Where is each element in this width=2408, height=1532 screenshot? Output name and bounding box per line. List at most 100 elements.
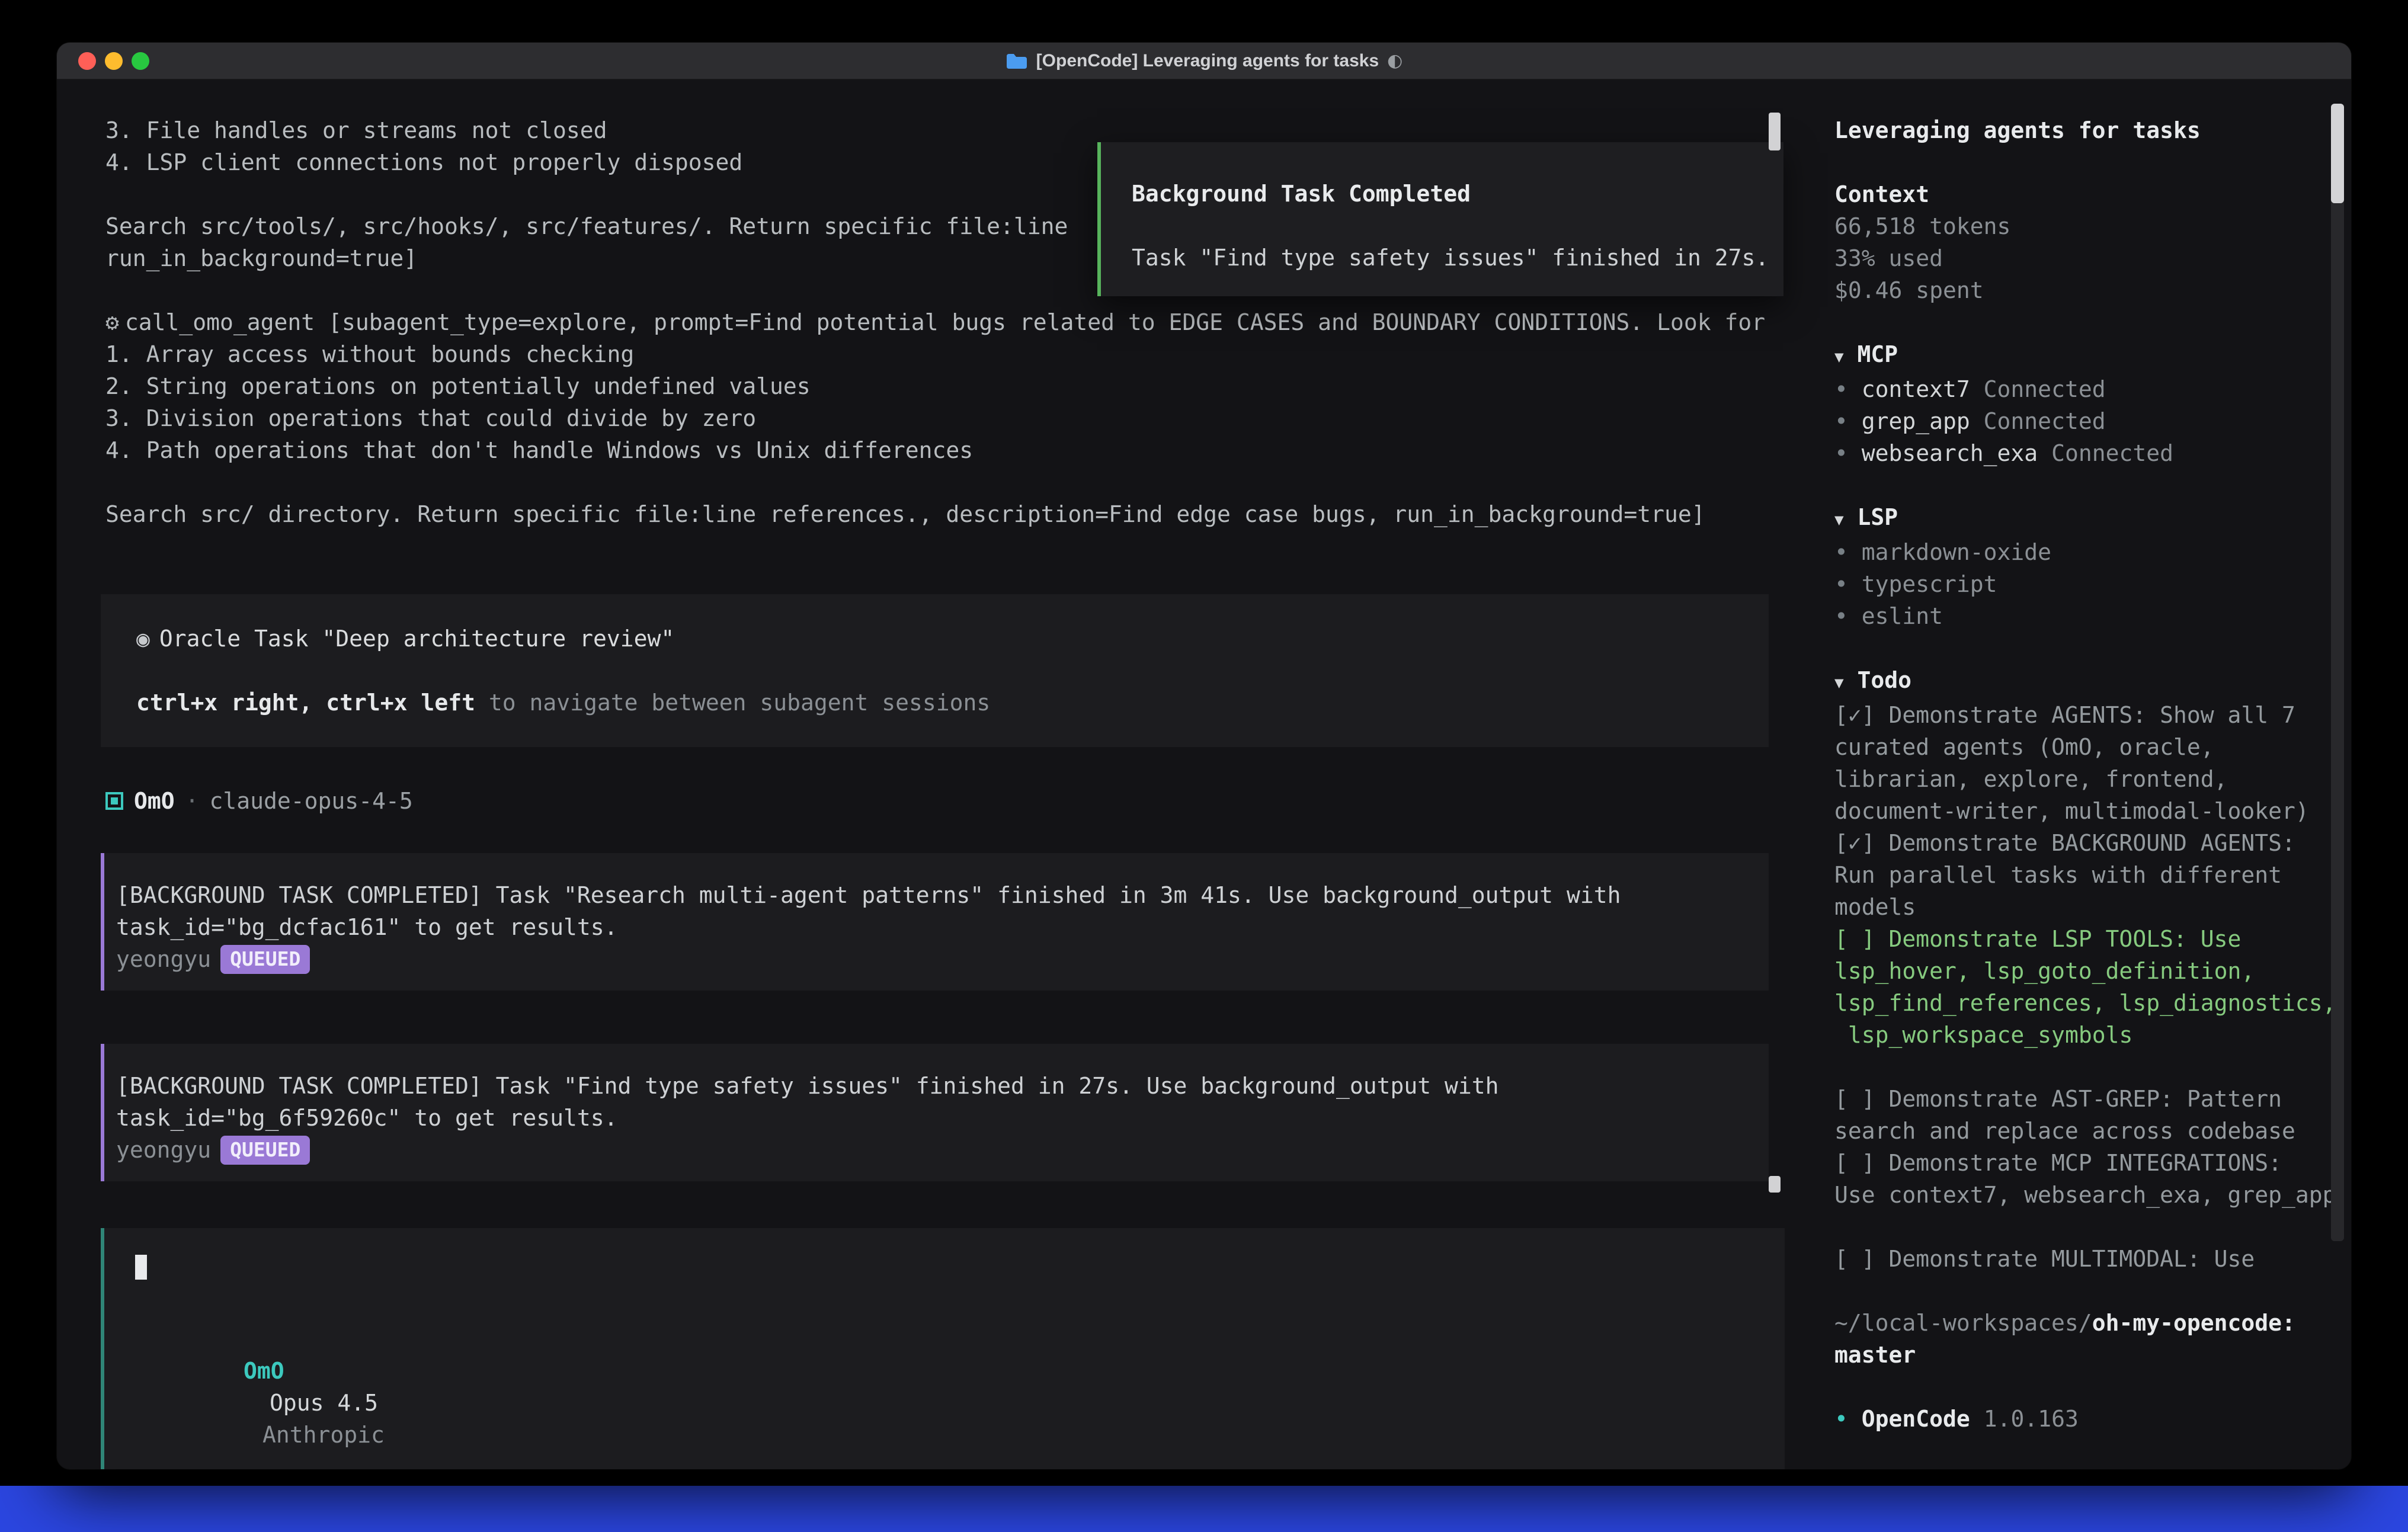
gear-icon: ⚙ xyxy=(105,309,119,335)
message-meta: yeongyu QUEUED xyxy=(116,943,1745,975)
agent-model: claude-opus-4-5 xyxy=(210,788,413,814)
oracle-hint-line: ctrl+x right, ctrl+x left to navigate be… xyxy=(136,687,1769,719)
message-line: [BACKGROUND TASK COMPLETED] Task "Find t… xyxy=(116,1070,1745,1102)
workspace-path: ~/local-workspaces/oh-my-opencode: xyxy=(1834,1307,2351,1339)
message-meta: yeongyu QUEUED xyxy=(116,1134,1745,1166)
session-title: Leveraging agents for tasks xyxy=(1834,114,2351,146)
terminal-window: [OpenCode] Leveraging agents for tasks ◐… xyxy=(57,43,2351,1469)
mcp-item: • websearch_exa Connected xyxy=(1834,437,2351,469)
mcp-item-status: Connected xyxy=(1970,376,2106,402)
session-progress-icon: ◐ xyxy=(1387,50,1402,71)
hint-text: to navigate between subagent sessions xyxy=(475,690,990,716)
todo-item: [✓] Demonstrate AGENTS: Show all 7 curat… xyxy=(1834,699,2351,827)
lsp-item-name: eslint xyxy=(1862,603,1943,629)
oracle-title: Oracle Task "Deep architecture review" xyxy=(159,626,674,652)
input-agent-label: OmO xyxy=(244,1358,284,1384)
task-completed-notification: Background Task Completed Task "Find typ… xyxy=(1097,142,1783,296)
window-title-text: [OpenCode] Leveraging agents for tasks xyxy=(1036,51,1379,71)
terminal-line: 3. Division operations that could divide… xyxy=(105,402,1793,434)
message-line: task_id="bg_6f59260c" to get results. xyxy=(116,1102,1745,1134)
input-meta: OmO Opus 4.5 Anthropic xyxy=(135,1323,1785,1469)
collapse-triangle-icon: ▼ xyxy=(1834,511,1844,529)
sidebar-scrollbar[interactable] xyxy=(2331,104,2344,1241)
workspace-repo: oh-my-opencode: xyxy=(2092,1310,2295,1336)
lsp-item: • markdown-oxide xyxy=(1834,536,2351,568)
oracle-task-panel: ◉Oracle Task "Deep architecture review" … xyxy=(101,594,1769,747)
mcp-item-name: grep_app xyxy=(1862,408,1970,434)
version-bullet: • xyxy=(1834,1406,1848,1432)
folder-icon xyxy=(1006,52,1028,70)
background-task-message-2: [BACKGROUND TASK COMPLETED] Task "Find t… xyxy=(101,1044,1769,1181)
close-button[interactable] xyxy=(78,52,96,70)
background-task-message-1: [BACKGROUND TASK COMPLETED] Task "Resear… xyxy=(101,853,1769,991)
lsp-item-name: typescript xyxy=(1862,571,1997,597)
mcp-list: • context7 Connected• grep_app Connected… xyxy=(1834,373,2351,469)
terminal-line: 1. Array access without bounds checking xyxy=(105,338,1793,370)
queued-badge: QUEUED xyxy=(220,1136,310,1165)
main-scrollbar-thumb[interactable] xyxy=(1769,113,1781,150)
oracle-title-line: ◉Oracle Task "Deep architecture review" xyxy=(136,623,1769,655)
todo-item: [✓] Demonstrate BACKGROUND AGENTS: Run p… xyxy=(1834,827,2351,923)
terminal-line: 4. Path operations that don't handle Win… xyxy=(105,434,1793,466)
todo-spacer xyxy=(1834,1051,2351,1083)
queued-badge: QUEUED xyxy=(220,945,310,974)
workspace-path-prefix: ~/local-workspaces/ xyxy=(1834,1310,2092,1336)
message-author: yeongyu xyxy=(116,943,211,975)
mcp-heading[interactable]: ▼ MCP xyxy=(1834,338,2351,373)
notification-title: Background Task Completed xyxy=(1132,178,1783,210)
terminal-line xyxy=(105,466,1793,498)
app-version: 1.0.163 xyxy=(1984,1406,2079,1432)
zoom-button[interactable] xyxy=(132,52,149,70)
lsp-heading[interactable]: ▼ LSP xyxy=(1834,501,2351,536)
context-spent: $0.46 spent xyxy=(1834,274,2351,306)
main-scrollbar-thumb-bottom[interactable] xyxy=(1769,1176,1781,1193)
prompt-input[interactable]: OmO Opus 4.5 Anthropic xyxy=(101,1228,1785,1469)
terminal-line: 3. File handles or streams not closed xyxy=(105,114,1793,146)
todo-spacer xyxy=(1834,1211,2351,1243)
bullet-icon: • xyxy=(1834,603,1862,629)
minimize-button[interactable] xyxy=(105,52,123,70)
tool-result-lines: 1. Array access without bounds checking2… xyxy=(105,338,1793,530)
collapse-triangle-icon: ▼ xyxy=(1834,348,1844,366)
context-used: 33% used xyxy=(1834,242,2351,274)
notification-body: Task "Find type safety issues" finished … xyxy=(1132,242,1783,274)
context-tokens: 66,518 tokens xyxy=(1834,210,2351,242)
todo-heading[interactable]: ▼ Todo xyxy=(1834,664,2351,699)
agent-square-icon xyxy=(105,792,123,810)
lsp-item: • typescript xyxy=(1834,568,2351,600)
todo-list: [✓] Demonstrate AGENTS: Show all 7 curat… xyxy=(1834,699,2351,1275)
message-author: yeongyu xyxy=(116,1134,211,1166)
traffic-lights xyxy=(78,52,149,70)
bullet-icon: • xyxy=(1834,539,1862,565)
sidebar-scrollbar-thumb[interactable] xyxy=(2331,104,2344,203)
context-heading: Context xyxy=(1834,178,2351,210)
mcp-item: • grep_app Connected xyxy=(1834,405,2351,437)
lsp-item-name: markdown-oxide xyxy=(1862,539,2051,565)
lsp-list: • markdown-oxide• typescript• eslint xyxy=(1834,536,2351,632)
mcp-item-name: websearch_exa xyxy=(1862,440,2038,466)
bullet-icon: • xyxy=(1834,571,1862,597)
input-cursor-line[interactable] xyxy=(135,1249,1785,1281)
desktop-bottom-strip xyxy=(0,1486,2408,1532)
titlebar[interactable]: [OpenCode] Leveraging agents for tasks ◐ xyxy=(57,43,2351,79)
mcp-item-name: context7 xyxy=(1862,376,1970,402)
sidebar: Leveraging agents for tasks Context 66,5… xyxy=(1825,79,2351,1469)
mcp-item-status: Connected xyxy=(1970,408,2106,434)
tool-call-text: call_omo_agent [subagent_type=explore, p… xyxy=(125,309,1765,335)
bullet-icon: • xyxy=(1834,408,1862,434)
version-line: • OpenCode 1.0.163 xyxy=(1834,1403,2351,1435)
app-name: OpenCode xyxy=(1862,1406,1970,1432)
collapse-triangle-icon: ▼ xyxy=(1834,674,1844,692)
hint-keys: ctrl+x right, ctrl+x left xyxy=(136,690,475,716)
lsp-item: • eslint xyxy=(1834,600,2351,632)
bullet-icon: • xyxy=(1834,440,1862,466)
todo-item: [ ] Demonstrate AST-GREP: Pattern search… xyxy=(1834,1083,2351,1147)
agent-name: OmO xyxy=(134,788,175,814)
terminal-line: Search src/ directory. Return specific f… xyxy=(105,498,1793,530)
bullet-icon: • xyxy=(1834,376,1862,402)
message-line: task_id="bg_dcfac161" to get results. xyxy=(116,911,1745,943)
todo-item: [ ] Demonstrate MULTIMODAL: Use xyxy=(1834,1243,2351,1275)
agent-header: OmO · claude-opus-4-5 xyxy=(105,785,1793,817)
input-model-label: Opus 4.5 xyxy=(270,1390,378,1416)
agent-separator: · xyxy=(185,788,199,814)
